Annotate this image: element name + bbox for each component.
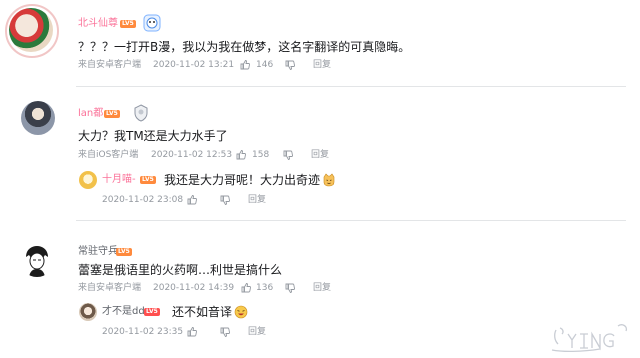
smug-emoji-icon [323, 173, 335, 187]
timestamp: 2020-11-02 14:39 [153, 283, 235, 293]
medal-badge-icon [134, 104, 148, 122]
thumbs-up-icon[interactable] [187, 195, 197, 205]
sub-level-badge: LV5 [140, 176, 156, 184]
medal-badge-icon [143, 14, 161, 32]
sub-reply-meta: 2020-11-02 23:08 回复 [102, 194, 282, 206]
reply-button[interactable]: 回复 [248, 194, 266, 206]
client-source: 来自iOS客户端 [78, 150, 139, 160]
sub-username[interactable]: 才不是dd [102, 306, 145, 318]
comment-text: 蕾塞是俄语里的火药啊…利世是搞什么 [78, 263, 283, 277]
sub-avatar[interactable] [79, 303, 97, 321]
reply-button[interactable]: 回复 [313, 282, 331, 294]
sub-reply-text: 我还是大力哥呢！大力出奇迹 [164, 172, 336, 188]
comment-text: 大力？我TM还是大力水手了 [78, 129, 228, 143]
avatar-pendant-ring [5, 4, 59, 58]
sub-reply-text-body: 我还是大力哥呢！大力出奇迹 [164, 173, 321, 187]
thumbs-down-icon[interactable] [285, 283, 295, 293]
comment-divider [76, 220, 626, 221]
timestamp: 2020-11-02 23:08 [102, 195, 184, 205]
avatar[interactable] [21, 101, 55, 135]
username[interactable]: 北斗仙尊 [78, 18, 118, 30]
thumbs-down-icon[interactable] [283, 150, 293, 160]
level-badge: LV5 [120, 20, 136, 28]
level-badge: LV5 [116, 248, 132, 256]
username[interactable]: 常驻守兵 [78, 246, 118, 258]
thumbs-up-icon[interactable] [236, 150, 246, 160]
comment-meta: 来自安卓客户端 2020-11-02 13:21 146 回复 [78, 59, 358, 71]
like-count: 158 [252, 150, 270, 160]
comment-divider [76, 86, 626, 87]
level-badge: LV5 [104, 110, 120, 118]
thumbs-down-icon[interactable] [220, 195, 230, 205]
sub-reply-text: 还不如音译 [172, 304, 248, 320]
username[interactable]: lan都 [78, 108, 103, 120]
reply-button[interactable]: 回复 [311, 149, 329, 161]
timestamp: 2020-11-02 23:35 [102, 327, 184, 337]
timestamp: 2020-11-02 13:21 [153, 60, 235, 70]
thumbs-down-icon[interactable] [285, 60, 295, 70]
thumbs-down-icon[interactable] [220, 327, 230, 337]
sub-reply-text-body: 还不如音译 [172, 305, 233, 319]
thumbs-up-icon[interactable] [240, 60, 250, 70]
sub-reply-meta: 2020-11-02 23:35 回复 [102, 326, 282, 338]
reply-button[interactable]: 回复 [313, 59, 331, 71]
sub-level-badge: LV5 [144, 308, 160, 316]
timestamp: 2020-11-02 12:53 [151, 150, 233, 160]
sub-avatar[interactable] [79, 171, 97, 189]
client-source: 来自安卓客户端 [78, 60, 142, 70]
comment-meta: 来自安卓客户端 2020-11-02 14:39 136 回复 [78, 282, 358, 294]
avatar[interactable] [20, 243, 54, 277]
thumbs-up-icon[interactable] [187, 327, 197, 337]
like-count: 136 [256, 283, 274, 293]
client-source: 来自安卓客户端 [78, 283, 142, 293]
laugh-emoji-icon [234, 305, 248, 319]
comment-meta: 来自iOS客户端 2020-11-02 12:53 158 回复 [78, 149, 358, 161]
thumbs-up-icon[interactable] [241, 283, 251, 293]
reply-button[interactable]: 回复 [248, 326, 266, 338]
watermark-logo [551, 324, 628, 353]
sub-username[interactable]: 十月喵- [102, 174, 136, 186]
comment-text: ？？？一打开B漫，我以为我在做梦，这名字翻译的可真隐晦。 [78, 40, 411, 54]
like-count: 146 [256, 60, 274, 70]
